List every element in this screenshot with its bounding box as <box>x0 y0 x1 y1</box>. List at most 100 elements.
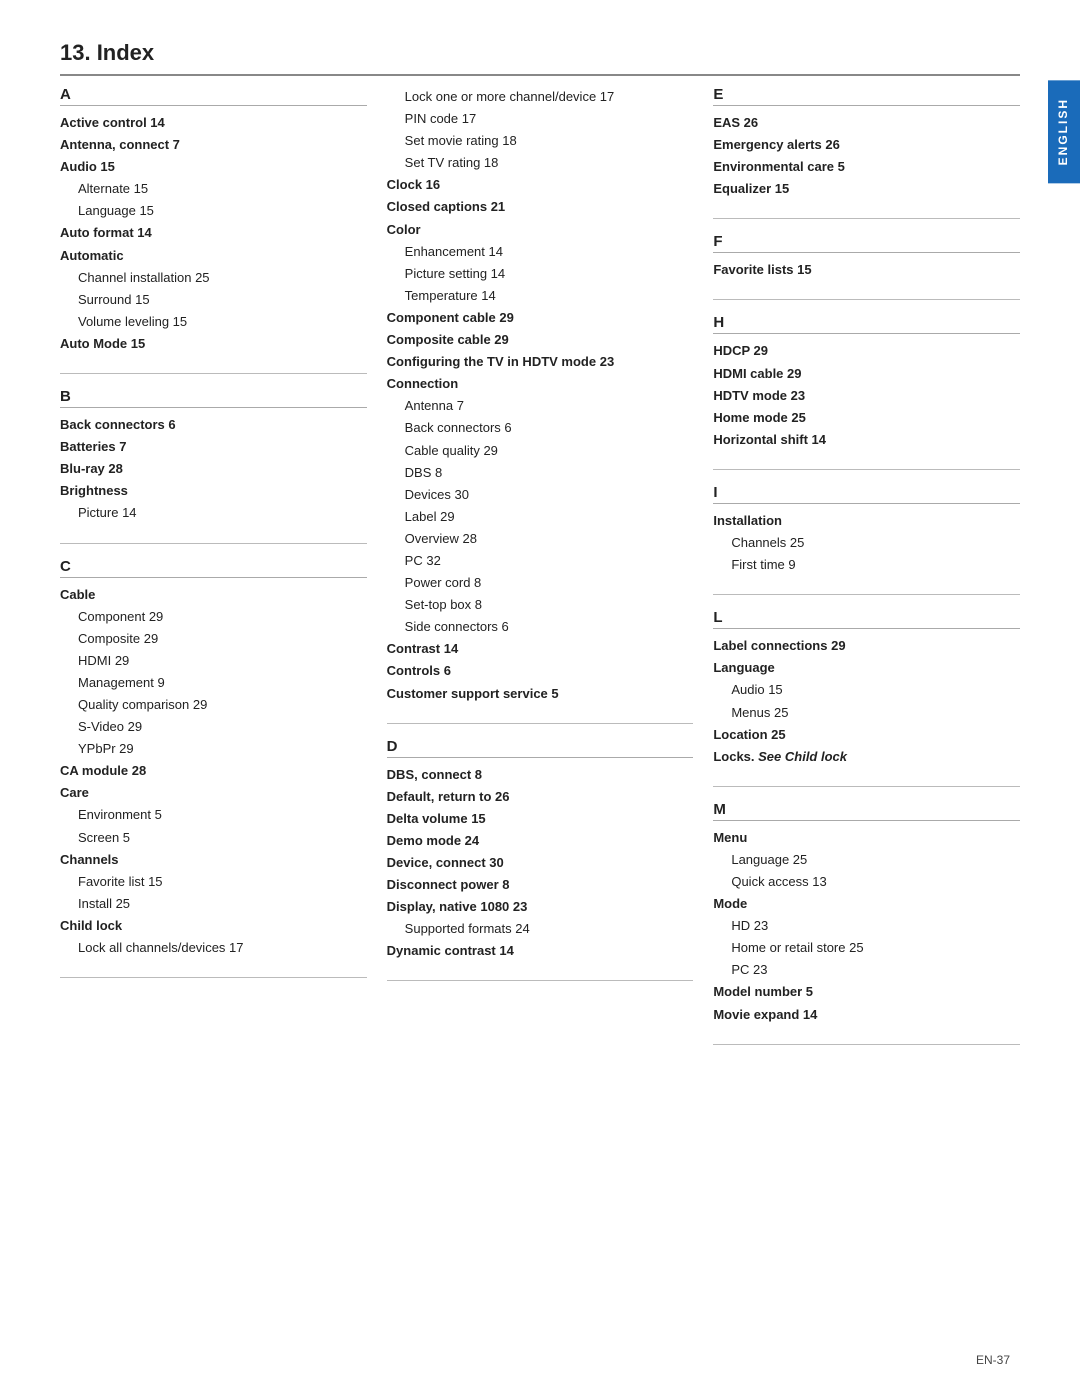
list-item: HDCP 29 <box>713 340 1020 362</box>
list-item: Dynamic contrast 14 <box>387 940 694 962</box>
section-letter: I <box>713 484 1020 504</box>
list-item: Display, native 1080 23 <box>387 896 694 918</box>
index-section: Lock one or more channel/device 17PIN co… <box>387 86 694 705</box>
section-divider <box>60 977 367 978</box>
page-number: EN-37 <box>976 1353 1010 1367</box>
list-item: Devices 30 <box>387 484 694 506</box>
list-item: Back connectors 6 <box>60 414 367 436</box>
list-item: HDMI cable 29 <box>713 363 1020 385</box>
list-item: Audio 15 <box>60 156 367 178</box>
list-item: Screen 5 <box>60 827 367 849</box>
list-item: Connection <box>387 373 694 395</box>
list-item: Model number 5 <box>713 981 1020 1003</box>
list-item: Audio 15 <box>713 679 1020 701</box>
list-item: Color <box>387 219 694 241</box>
list-item: Cable <box>60 584 367 606</box>
list-item: Emergency alerts 26 <box>713 134 1020 156</box>
section-divider <box>60 543 367 544</box>
list-item: S-Video 29 <box>60 716 367 738</box>
list-item: Batteries 7 <box>60 436 367 458</box>
list-item: Location 25 <box>713 724 1020 746</box>
list-item: Temperature 14 <box>387 285 694 307</box>
section-letter: F <box>713 233 1020 253</box>
section-divider <box>713 299 1020 300</box>
list-item: Surround 15 <box>60 289 367 311</box>
list-item: Language 25 <box>713 849 1020 871</box>
list-item: Equalizer 15 <box>713 178 1020 200</box>
list-item: Quick access 13 <box>713 871 1020 893</box>
list-item: HDMI 29 <box>60 650 367 672</box>
section-letter: D <box>387 738 694 758</box>
list-item: Label 29 <box>387 506 694 528</box>
list-item: Enhancement 14 <box>387 241 694 263</box>
index-section: CCableComponent 29Composite 29HDMI 29Man… <box>60 558 367 960</box>
list-item: Power cord 8 <box>387 572 694 594</box>
section-letter: B <box>60 388 367 408</box>
section-letter: A <box>60 86 367 106</box>
list-item: Auto Mode 15 <box>60 333 367 355</box>
section-divider <box>713 218 1020 219</box>
list-item: Side connectors 6 <box>387 616 694 638</box>
list-item: Component 29 <box>60 606 367 628</box>
list-item: Horizontal shift 14 <box>713 429 1020 451</box>
list-item: Alternate 15 <box>60 178 367 200</box>
list-item: DBS 8 <box>387 462 694 484</box>
list-item: First time 9 <box>713 554 1020 576</box>
section-divider <box>713 786 1020 787</box>
index-section: MMenuLanguage 25Quick access 13ModeHD 23… <box>713 801 1020 1026</box>
list-item: DBS, connect 8 <box>387 764 694 786</box>
list-item: Management 9 <box>60 672 367 694</box>
list-item: CA module 28 <box>60 760 367 782</box>
list-item: Antenna, connect 7 <box>60 134 367 156</box>
list-item: Movie expand 14 <box>713 1004 1020 1026</box>
list-item: Clock 16 <box>387 174 694 196</box>
list-item: Auto format 14 <box>60 222 367 244</box>
section-letter: C <box>60 558 367 578</box>
list-item: Home or retail store 25 <box>713 937 1020 959</box>
index-section: F Favorite lists 15 <box>713 233 1020 281</box>
list-item: Menu <box>713 827 1020 849</box>
list-item: Default, return to 26 <box>387 786 694 808</box>
section-divider <box>713 594 1020 595</box>
list-item: Environment 5 <box>60 804 367 826</box>
section-divider <box>713 469 1020 470</box>
page: ENGLISH 13. Index AActive control 14Ante… <box>0 0 1080 1397</box>
column-2: Lock one or more channel/device 17PIN co… <box>387 86 714 1059</box>
list-item: Cable quality 29 <box>387 440 694 462</box>
list-item: Picture 14 <box>60 502 367 524</box>
list-item: Picture setting 14 <box>387 263 694 285</box>
list-item: Overview 28 <box>387 528 694 550</box>
list-item: Set TV rating 18 <box>387 152 694 174</box>
list-item: Delta volume 15 <box>387 808 694 830</box>
section-letter: H <box>713 314 1020 334</box>
list-item: Lock one or more channel/device 17 <box>387 86 694 108</box>
list-item: Contrast 14 <box>387 638 694 660</box>
list-item: Channels <box>60 849 367 871</box>
list-item: Set-top box 8 <box>387 594 694 616</box>
index-columns: AActive control 14Antenna, connect 7Audi… <box>60 86 1020 1059</box>
list-item: Child lock <box>60 915 367 937</box>
section-letter: L <box>713 609 1020 629</box>
list-item: Component cable 29 <box>387 307 694 329</box>
section-divider <box>60 373 367 374</box>
list-item: Language 15 <box>60 200 367 222</box>
list-item: Favorite list 15 <box>60 871 367 893</box>
list-item: PC 32 <box>387 550 694 572</box>
list-item: Label connections 29 <box>713 635 1020 657</box>
list-item: Brightness <box>60 480 367 502</box>
list-item: Lock all channels/devices 17 <box>60 937 367 959</box>
list-item: Composite cable 29 <box>387 329 694 351</box>
list-item: Configuring the TV in HDTV mode 23 <box>387 351 694 373</box>
index-section: BBack connectors 6Batteries 7Blu-ray 28B… <box>60 388 367 524</box>
section-letter: M <box>713 801 1020 821</box>
list-item: Back connectors 6 <box>387 417 694 439</box>
index-section: LLabel connections 29LanguageAudio 15Men… <box>713 609 1020 768</box>
list-item: Demo mode 24 <box>387 830 694 852</box>
list-item: YPbPr 29 <box>60 738 367 760</box>
page-title: 13. Index <box>60 40 1020 76</box>
list-item: Favorite lists 15 <box>713 259 1020 281</box>
list-item: Set movie rating 18 <box>387 130 694 152</box>
list-item: Closed captions 21 <box>387 196 694 218</box>
column-1: AActive control 14Antenna, connect 7Audi… <box>60 86 387 1059</box>
list-item: HD 23 <box>713 915 1020 937</box>
